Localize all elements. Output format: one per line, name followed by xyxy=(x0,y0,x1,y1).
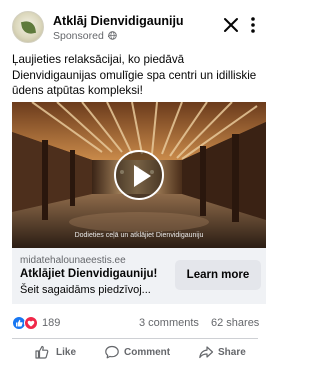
reaction-count[interactable]: 189 xyxy=(42,317,60,329)
play-button[interactable] xyxy=(114,150,164,200)
like-button[interactable]: Like xyxy=(34,343,84,363)
link-description: Šeit sagaidāms piedzīvoj... xyxy=(20,284,151,296)
comment-bubble-icon xyxy=(105,345,119,359)
thumbs-up-icon xyxy=(35,345,49,359)
page-name[interactable]: Atklāj Dienvidigauniju xyxy=(53,14,184,28)
like-label: Like xyxy=(56,347,77,358)
video-player[interactable]: Dodieties ceļā un atklājiet Dienvidigaun… xyxy=(12,102,266,248)
close-icon[interactable] xyxy=(222,16,240,34)
share-label: Share xyxy=(218,347,246,358)
globe-icon xyxy=(108,31,117,40)
link-preview[interactable]: midatehalounaeestis.ee Atklājiet Dienvid… xyxy=(12,248,266,304)
play-icon xyxy=(134,165,151,187)
ad-card: Atklāj Dienvidigauniju Sponsored · Ļauji… xyxy=(0,0,269,386)
link-headline[interactable]: Atklājiet Dienvidigauniju! xyxy=(20,268,157,280)
divider xyxy=(12,338,258,339)
action-bar: Like Comment Share xyxy=(12,341,266,365)
learn-more-button[interactable]: Learn more xyxy=(175,260,261,290)
reactions-bar: 189 3 comments 62 shares xyxy=(12,313,266,333)
comment-label: Comment xyxy=(124,347,171,358)
share-button[interactable]: Share xyxy=(198,343,248,363)
post-text: Ļaujieties relaksācijai, ko piedāvā Dien… xyxy=(12,53,257,97)
video-caption: Dodieties ceļā un atklājiet Dienvidigaun… xyxy=(74,232,204,239)
love-reaction-icon[interactable] xyxy=(24,316,38,330)
sponsored-label: Sponsored · xyxy=(53,30,111,42)
link-domain: midatehalounaeestis.ee xyxy=(20,255,126,266)
comment-count[interactable]: 3 comments xyxy=(139,317,199,329)
share-count[interactable]: 62 shares xyxy=(211,317,259,329)
leaf-logo-icon xyxy=(20,19,37,36)
comment-button[interactable]: Comment xyxy=(104,343,174,363)
page-avatar[interactable] xyxy=(12,11,44,43)
share-arrow-icon xyxy=(199,346,214,359)
more-options-icon[interactable] xyxy=(245,15,261,35)
post-header: Atklāj Dienvidigauniju Sponsored · xyxy=(12,10,262,44)
